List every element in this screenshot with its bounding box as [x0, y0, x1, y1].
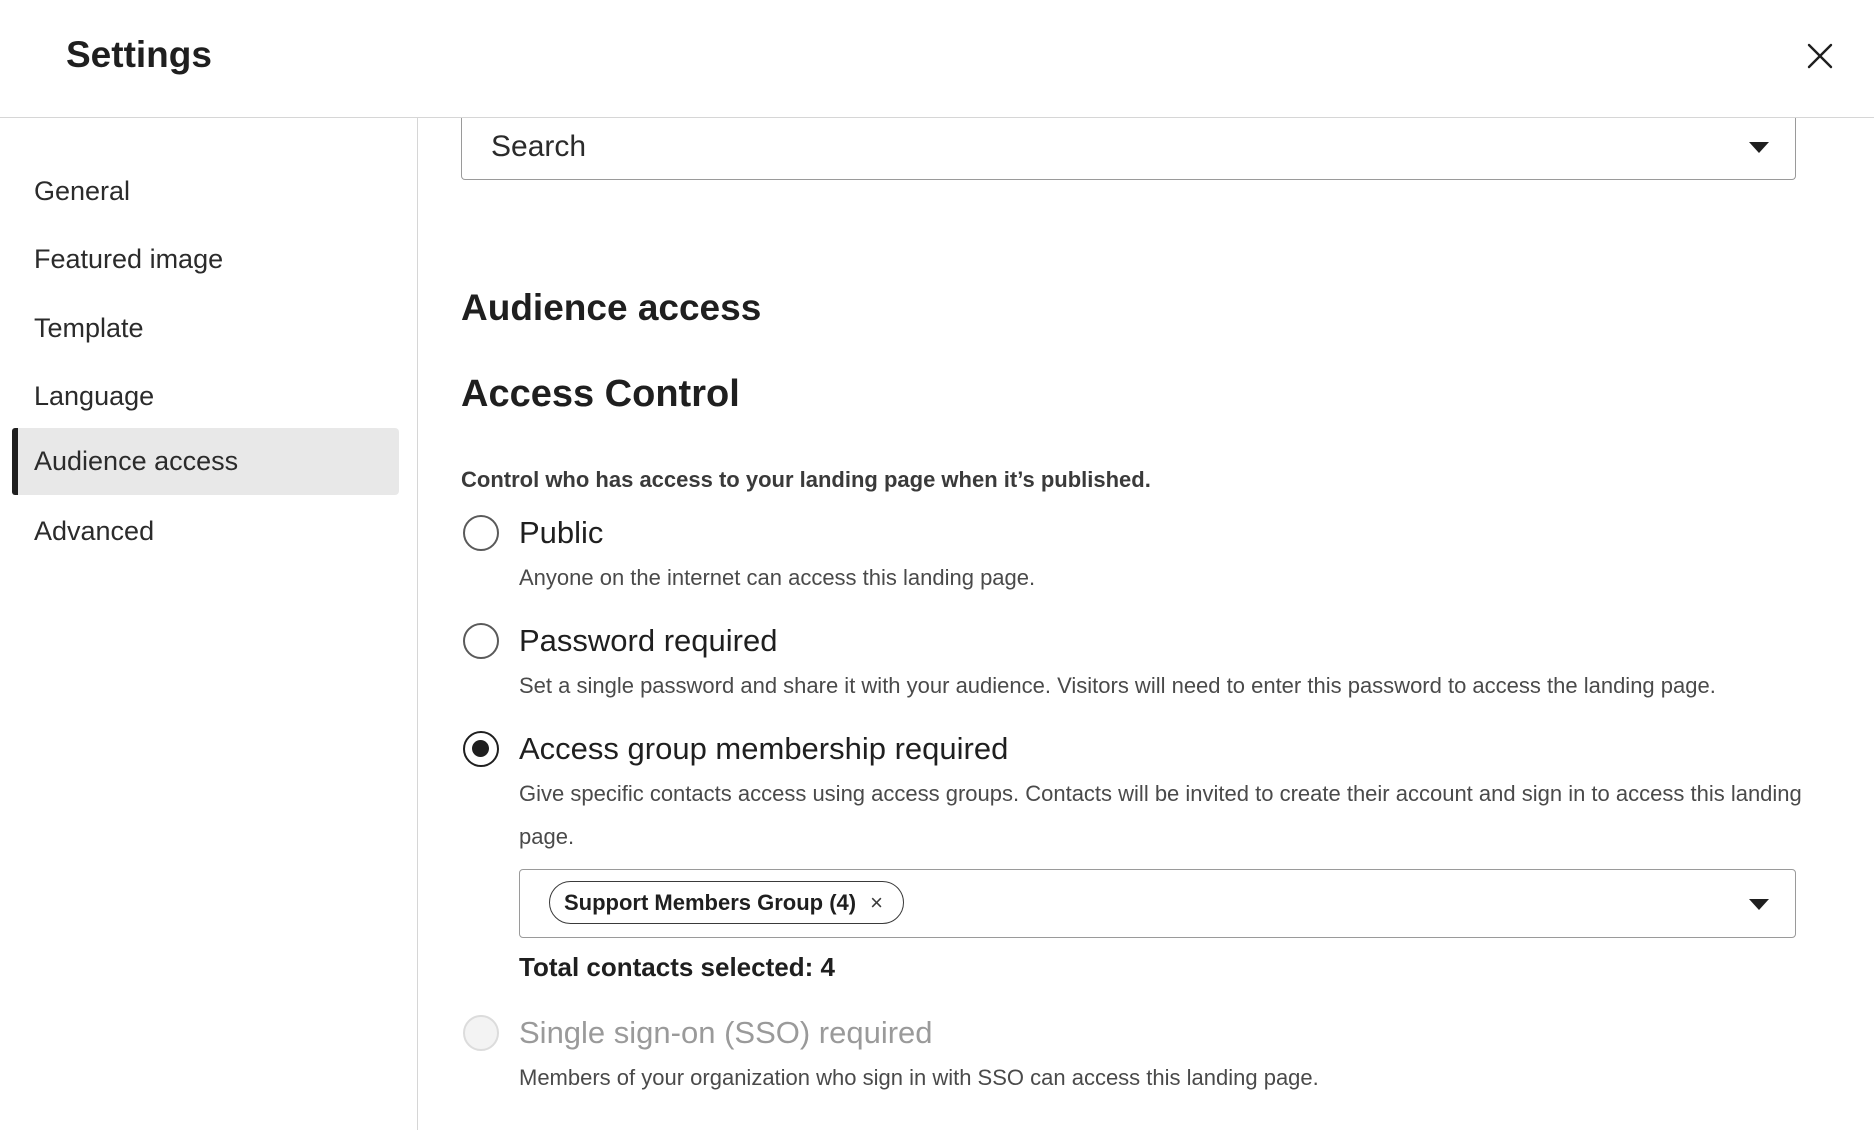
option-access-group-help: Give specific contacts access using acce…	[519, 781, 1802, 849]
search-select[interactable]: Search	[461, 118, 1796, 180]
sidebar-item-audience-access[interactable]: Audience access	[12, 428, 399, 495]
settings-main: Search Audience access Access Control Co…	[418, 118, 1874, 1130]
audience-access-heading: Audience access	[461, 287, 762, 328]
option-public-help: Anyone on the internet can access this l…	[519, 565, 1036, 590]
settings-header: Settings	[0, 0, 1874, 118]
radio-access-group[interactable]	[463, 731, 499, 767]
remove-chip-icon[interactable]: ×	[870, 890, 883, 916]
chevron-down-icon	[1749, 898, 1769, 910]
sidebar-item-general[interactable]: General	[12, 158, 399, 225]
close-button[interactable]	[1800, 36, 1840, 76]
chevron-down-icon	[1749, 141, 1769, 153]
sidebar-item-advanced[interactable]: Advanced	[12, 498, 399, 565]
radio-public[interactable]	[463, 515, 499, 551]
option-access-group-label[interactable]: Access group membership required	[519, 731, 1008, 767]
access-control-heading: Access Control	[461, 373, 740, 415]
option-password-help: Set a single password and share it with …	[519, 673, 1716, 698]
option-password-label[interactable]: Password required	[519, 623, 777, 659]
total-contacts-selected: Total contacts selected: 4	[519, 952, 835, 982]
access-group-select[interactable]: Support Members Group (4) ×	[519, 869, 1796, 938]
chip-label: Support Members Group (4)	[564, 889, 857, 915]
settings-sidebar: General Featured image Template Language…	[0, 118, 418, 1130]
sidebar-item-language[interactable]: Language	[12, 363, 399, 430]
radio-sso-required	[463, 1015, 499, 1051]
radio-password-required[interactable]	[463, 623, 499, 659]
close-icon	[1807, 43, 1833, 69]
access-control-description: Control who has access to your landing p…	[461, 467, 1151, 492]
search-select-value: Search	[491, 129, 587, 163]
option-sso-help: Members of your organization who sign in…	[519, 1065, 1319, 1090]
sidebar-item-template[interactable]: Template	[12, 295, 399, 362]
sidebar-item-featured-image[interactable]: Featured image	[12, 226, 399, 293]
option-public-label[interactable]: Public	[519, 515, 603, 551]
page-title: Settings	[66, 34, 212, 75]
selected-group-chip: Support Members Group (4) ×	[549, 881, 904, 924]
option-sso-label: Single sign-on (SSO) required	[519, 1015, 933, 1050]
